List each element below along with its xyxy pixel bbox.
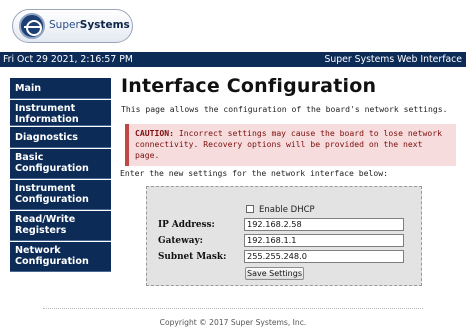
sidebar-item-label: Instrument Information bbox=[15, 103, 79, 125]
ip-address-label: IP Address: bbox=[158, 220, 215, 230]
sidebar-item-label: Read/Write Registers bbox=[15, 214, 76, 236]
network-settings-form: Enable DHCP IP Address: 192.168.2.58 Gat… bbox=[146, 186, 422, 286]
page-title: Interface Configuration bbox=[121, 75, 377, 97]
sidebar-item-label: Instrument Configuration bbox=[15, 183, 89, 205]
enable-dhcp-label: Enable DHCP bbox=[259, 205, 315, 215]
sidebar-item-label: Basic Configuration bbox=[15, 152, 89, 174]
site-name: Super Systems Web Interface bbox=[324, 54, 462, 65]
sidebar-item-main[interactable]: Main bbox=[10, 78, 111, 99]
header: SuperSystems bbox=[0, 0, 466, 52]
save-settings-button[interactable]: Save Settings bbox=[245, 267, 304, 280]
logo-text-light: Super bbox=[49, 19, 80, 31]
caution-label: CAUTION: bbox=[135, 128, 174, 138]
logo-text: SuperSystems bbox=[49, 19, 130, 31]
sidebar-item-network-configuration[interactable]: Network Configuration bbox=[10, 242, 111, 272]
datetime-text: Fri Oct 29 2021, 2:16:57 PM bbox=[3, 54, 133, 65]
sidebar-navigation: Main Instrument Information Diagnostics … bbox=[10, 78, 111, 273]
super-systems-logo[interactable]: SuperSystems bbox=[12, 9, 133, 43]
top-status-bar: Fri Oct 29 2021, 2:16:57 PM Super System… bbox=[0, 52, 466, 67]
sidebar-item-read-write-registers[interactable]: Read/Write Registers bbox=[10, 211, 111, 241]
sidebar-item-instrument-configuration[interactable]: Instrument Configuration bbox=[10, 180, 111, 210]
logo-text-bold: Systems bbox=[79, 19, 130, 31]
caution-message: CAUTION: Incorrect settings may cause th… bbox=[125, 124, 456, 166]
checkbox-icon[interactable] bbox=[246, 205, 254, 213]
footer-divider bbox=[43, 308, 423, 309]
gateway-label: Gateway: bbox=[158, 236, 203, 246]
copyright-text: Copyright © 2017 Super Systems, Inc. bbox=[159, 318, 307, 327]
main-content: Interface Configuration This page allows… bbox=[120, 75, 456, 178]
enable-dhcp-checkbox-row[interactable]: Enable DHCP bbox=[246, 205, 315, 215]
gateway-input[interactable]: 192.168.1.1 bbox=[244, 234, 404, 247]
subnet-mask-input[interactable]: 255.255.248.0 bbox=[244, 250, 404, 263]
intro-text: This page allows the configuration of th… bbox=[121, 104, 448, 114]
sidebar-item-label: Network Configuration bbox=[15, 245, 89, 267]
sidebar-item-instrument-information[interactable]: Instrument Information bbox=[10, 100, 111, 126]
sidebar-item-label: Diagnostics bbox=[15, 132, 78, 143]
subnet-mask-label: Subnet Mask: bbox=[158, 252, 227, 262]
caution-text: Incorrect settings may cause the board t… bbox=[135, 128, 442, 160]
settings-instructions: Enter the new settings for the network i… bbox=[120, 168, 389, 178]
ip-address-input[interactable]: 192.168.2.58 bbox=[244, 218, 404, 231]
sidebar-item-label: Main bbox=[15, 83, 42, 94]
sidebar-item-diagnostics[interactable]: Diagnostics bbox=[10, 127, 111, 148]
super-systems-logo-icon bbox=[19, 13, 45, 39]
sidebar-item-basic-configuration[interactable]: Basic Configuration bbox=[10, 149, 111, 179]
